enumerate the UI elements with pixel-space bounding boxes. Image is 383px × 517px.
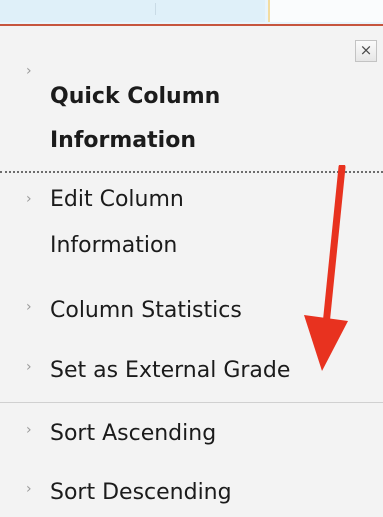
chevron-right-icon: › xyxy=(26,422,32,438)
menu-item-sort-ascending[interactable]: › Sort Ascending xyxy=(0,413,383,455)
chevron-right-icon: › xyxy=(26,191,32,207)
header-left-segment xyxy=(0,0,265,22)
header-right-segment xyxy=(268,0,383,22)
menu-item-label: Sort Descending xyxy=(50,480,232,505)
chevron-right-icon: › xyxy=(26,63,32,79)
menu-item-sort-descending[interactable]: › Sort Descending xyxy=(0,472,383,514)
chevron-right-icon: › xyxy=(26,481,32,497)
menu-item-label: Sort Ascending xyxy=(50,421,217,446)
chevron-right-icon: › xyxy=(26,299,32,315)
menu-item-label: Information xyxy=(50,128,196,153)
menu-item-label: Quick Column xyxy=(50,84,221,109)
menu-item-quick-column-information[interactable]: › Quick Column Information xyxy=(0,56,383,153)
arrow-down-icon xyxy=(304,165,348,371)
page-header-strip xyxy=(0,0,383,24)
header-divider xyxy=(155,3,156,15)
chevron-right-icon: › xyxy=(26,359,32,375)
menu-separator xyxy=(0,402,383,403)
screenshot-stage: × › Quick Column Information › Edit Colu… xyxy=(0,0,383,517)
